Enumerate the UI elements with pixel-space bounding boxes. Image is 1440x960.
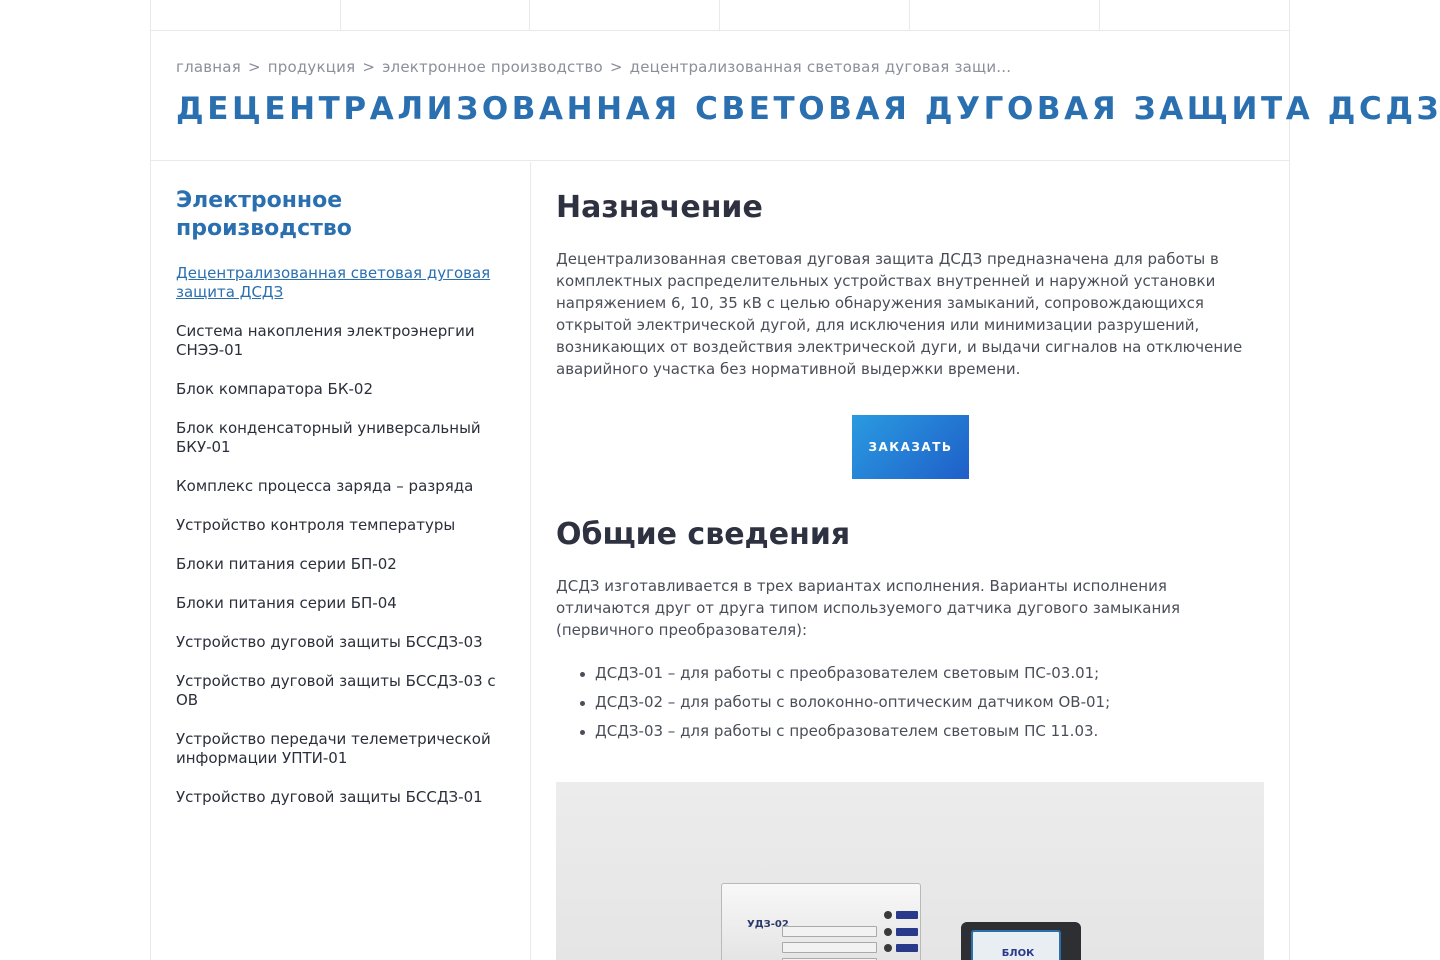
- top-nav-item[interactable]: [910, 0, 1100, 31]
- breadcrumb-separator: >: [609, 58, 623, 76]
- breadcrumb-separator: >: [362, 58, 376, 76]
- order-button-wrap: ЗАКАЗАТЬ: [556, 415, 1265, 479]
- breadcrumb-electronics[interactable]: электронное производство: [382, 58, 603, 76]
- page-title: ДЕЦЕНТРАЛИЗОВАННАЯ СВЕТОВАЯ ДУГОВАЯ ЗАЩИ…: [176, 91, 1440, 127]
- sidebar-title: Электронное производство: [176, 188, 352, 241]
- general-info-paragraph: ДСДЗ изготавливается в трех вариантах ис…: [556, 577, 1181, 639]
- device-bi-01-image: БЛОК ИНДИКАЦИИ БИ-01: [961, 922, 1081, 960]
- page-header: главная > продукция > электронное произв…: [151, 31, 1439, 161]
- top-nav-item[interactable]: [530, 0, 720, 31]
- device-led: [884, 944, 892, 952]
- sidebar-item-bk-02[interactable]: Блок компаратора БК-02: [176, 380, 505, 399]
- sidebar-item-bssdz-01[interactable]: Устройство дуговой защиты БССДЗ-01: [176, 788, 505, 807]
- breadcrumb: главная > продукция > электронное произв…: [176, 58, 1011, 76]
- sidebar-item-dsdz[interactable]: Децентрализованная световая дуговая защи…: [176, 264, 505, 302]
- sidebar-item-bp-02[interactable]: Блоки питания серии БП-02: [176, 555, 505, 574]
- breadcrumb-home[interactable]: главная: [176, 58, 241, 76]
- device-key: [896, 944, 918, 952]
- list-item: ДСДЗ-03 – для работы с преобразователем …: [580, 717, 1265, 746]
- sidebar: Электронное производство Децентрализован…: [151, 162, 531, 960]
- device-label: БЛОК ИНДИКАЦИИ БИ-01: [980, 948, 1056, 960]
- breadcrumb-current: децентрализованная световая дуговая защи…: [629, 58, 1012, 76]
- top-nav-item[interactable]: [720, 0, 910, 31]
- top-nav-item[interactable]: [341, 0, 530, 31]
- top-nav: [151, 0, 1289, 31]
- list-item: ДСДЗ-02 – для работы с волоконно-оптичес…: [580, 688, 1265, 717]
- sidebar-item-bku-01[interactable]: Блок конденсаторный универсальный БКУ-01: [176, 419, 505, 457]
- sidebar-item-bssdz-03[interactable]: Устройство дуговой защиты БССДЗ-03: [176, 633, 505, 652]
- top-nav-item[interactable]: [151, 0, 341, 31]
- device-led: [884, 911, 892, 919]
- device-udz-02-image: УДЗ-02: [721, 883, 921, 960]
- sidebar-list: Децентрализованная световая дуговая защи…: [176, 264, 505, 807]
- sidebar-item-bssdz-03-ov[interactable]: Устройство дуговой защиты БССДЗ-03 с ОВ: [176, 672, 505, 710]
- device-led: [884, 928, 892, 936]
- device-key: [896, 928, 918, 936]
- top-nav-item[interactable]: [1100, 0, 1289, 31]
- sidebar-item-temperature[interactable]: Устройство контроля температуры: [176, 516, 505, 535]
- order-button[interactable]: ЗАКАЗАТЬ: [852, 415, 969, 479]
- product-photo: УДЗ-02 БЛОК ИНДИКАЦИИ БИ-01: [556, 782, 1264, 960]
- sidebar-item-charge-discharge[interactable]: Комплекс процесса заряда – разряда: [176, 477, 505, 496]
- device-slot: [782, 926, 877, 937]
- device-key: [896, 911, 918, 919]
- sidebar-item-upti-01[interactable]: Устройство передачи телеметрической инфо…: [176, 730, 505, 768]
- list-item: ДСДЗ-01 – для работы с преобразователем …: [580, 659, 1265, 688]
- device-slot: [782, 942, 877, 953]
- breadcrumb-products[interactable]: продукция: [268, 58, 356, 76]
- sidebar-item-bp-04[interactable]: Блоки питания серии БП-04: [176, 594, 505, 613]
- variants-list: ДСДЗ-01 – для работы с преобразователем …: [556, 659, 1265, 746]
- purpose-paragraph: Децентрализованная световая дуговая защи…: [556, 250, 1243, 378]
- sidebar-item-snee-01[interactable]: Система накопления электроэнергии СНЭЭ-0…: [176, 322, 505, 360]
- main-content: Назначение Децентрализованная световая д…: [531, 162, 1291, 960]
- page-container: главная > продукция > электронное произв…: [150, 0, 1439, 960]
- device-face: БЛОК ИНДИКАЦИИ БИ-01: [971, 930, 1061, 960]
- section-title-purpose: Назначение: [556, 190, 763, 225]
- section-title-general-info: Общие сведения: [556, 517, 851, 552]
- breadcrumb-separator: >: [247, 58, 261, 76]
